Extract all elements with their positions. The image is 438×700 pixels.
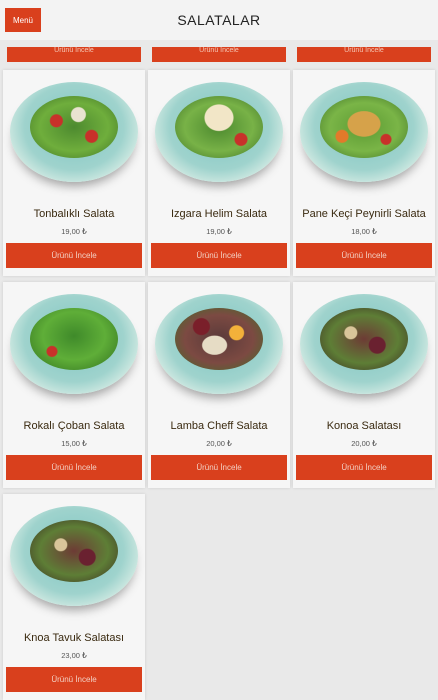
product-image bbox=[155, 82, 283, 182]
product-price: 19,00 ₺ bbox=[206, 227, 232, 236]
product-button-partial[interactable]: Ürünü İncele bbox=[152, 47, 286, 62]
product-card: Konoa Salatası 20,00 ₺ Ürünü İncele bbox=[293, 282, 435, 488]
product-image bbox=[155, 294, 283, 394]
product-button-partial[interactable]: Ürünü İncele bbox=[7, 47, 141, 62]
product-detail-button[interactable]: Ürünü İncele bbox=[6, 667, 142, 692]
product-name: Lamba Cheff Salata bbox=[170, 420, 268, 432]
product-name: Izgara Helim Salata bbox=[171, 208, 267, 220]
product-image bbox=[10, 294, 138, 394]
product-name: Pane Keçi Peynirli Salata bbox=[302, 208, 426, 220]
product-card: Rokalı Çoban Salata 15,00 ₺ Ürünü İncele bbox=[3, 282, 145, 488]
top-bar: Menü SALATALAR bbox=[0, 0, 438, 40]
product-price: 23,00 ₺ bbox=[61, 651, 87, 660]
product-image bbox=[10, 506, 138, 606]
product-name: Knoa Tavuk Salatası bbox=[23, 632, 125, 644]
product-button-partial[interactable]: Ürünü İncele bbox=[297, 47, 431, 62]
product-detail-button[interactable]: Ürünü İncele bbox=[6, 455, 142, 480]
product-price: 15,00 ₺ bbox=[61, 439, 87, 448]
product-name: Tonbalıklı Salata bbox=[33, 208, 115, 220]
product-detail-button[interactable]: Ürünü İncele bbox=[296, 243, 432, 268]
product-price: 20,00 ₺ bbox=[351, 439, 377, 448]
product-price: 18,00 ₺ bbox=[351, 227, 377, 236]
product-detail-button[interactable]: Ürünü İncele bbox=[151, 455, 287, 480]
product-price: 20,00 ₺ bbox=[206, 439, 232, 448]
product-detail-button[interactable]: Ürünü İncele bbox=[296, 455, 432, 480]
product-detail-button[interactable]: Ürünü İncele bbox=[151, 243, 287, 268]
product-card: Knoa Tavuk Salatası 23,00 ₺ Ürünü İncele bbox=[3, 494, 145, 700]
product-image bbox=[10, 82, 138, 182]
product-card: Pane Keçi Peynirli Salata 18,00 ₺ Ürünü … bbox=[293, 70, 435, 276]
product-card: Tonbalıklı Salata 19,00 ₺ Ürünü İncele bbox=[3, 70, 145, 276]
page-title: SALATALAR bbox=[177, 12, 261, 28]
product-name: Konoa Salatası bbox=[326, 420, 402, 432]
product-detail-button[interactable]: Ürünü İncele bbox=[6, 243, 142, 268]
product-card: Lamba Cheff Salata 20,00 ₺ Ürünü İncele bbox=[148, 282, 290, 488]
product-image bbox=[300, 294, 428, 394]
product-name: Rokalı Çoban Salata bbox=[23, 420, 125, 432]
product-card: Izgara Helim Salata 19,00 ₺ Ürünü İncele bbox=[148, 70, 290, 276]
product-image bbox=[300, 82, 428, 182]
product-price: 19,00 ₺ bbox=[61, 227, 87, 236]
